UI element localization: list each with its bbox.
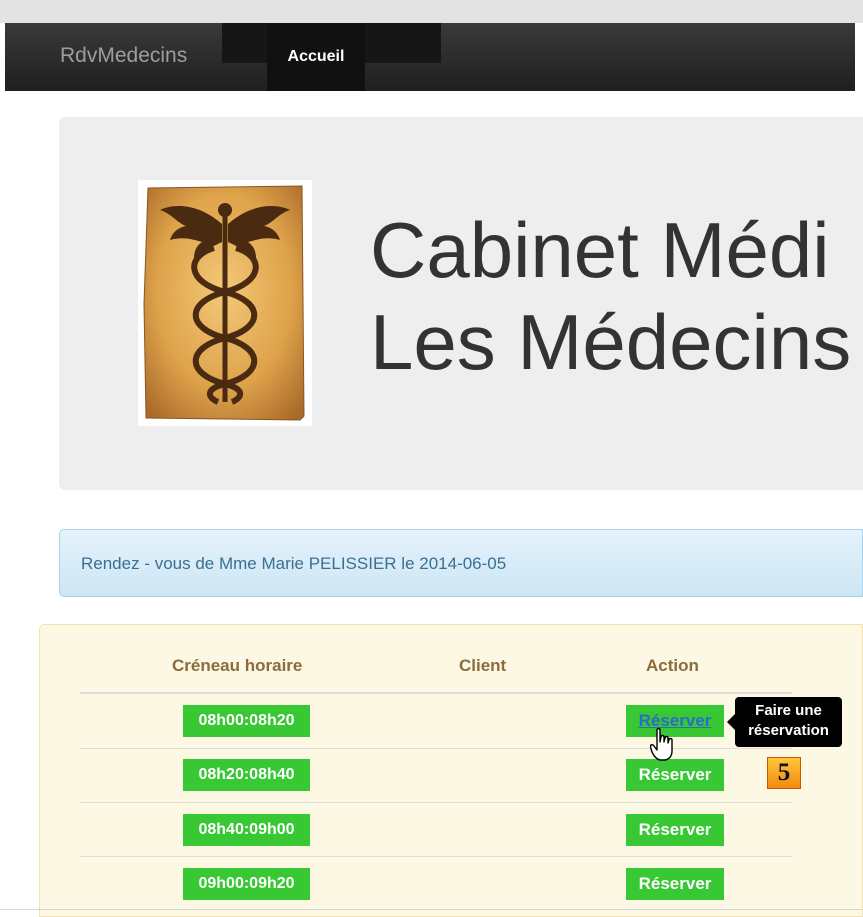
slot-badge: 09h00:09h20 [183, 868, 310, 900]
title-line-2: Les Médecins [370, 298, 852, 386]
row-divider [80, 802, 792, 803]
jumbotron: Cabinet Médi Les Médecins [59, 117, 863, 490]
slot-badge: 08h20:08h40 [183, 759, 310, 791]
tooltip-arrow [727, 714, 735, 730]
column-header-action: Action [646, 656, 699, 675]
step-number-badge: 5 [767, 757, 801, 789]
reserve-button[interactable]: Réserver [626, 868, 724, 900]
slot-badge: 08h40:09h00 [183, 814, 310, 846]
nav-tab-blank [403, 23, 441, 63]
hand-cursor-icon [650, 727, 673, 761]
row-divider [80, 856, 792, 857]
nav-item-accueil[interactable]: Accueil [267, 23, 365, 91]
slots-panel [39, 624, 863, 917]
table-header-divider [80, 692, 792, 694]
caduceus-icon [138, 180, 312, 426]
column-header-client: Client [459, 656, 507, 675]
navbar: RdvMedecins Accueil [5, 23, 855, 91]
page-title: Cabinet Médi Les Médecins [370, 204, 851, 388]
info-alert: Rendez - vous de Mme Marie PELISSIER le … [59, 529, 863, 597]
tooltip-line-1: Faire une [755, 702, 822, 719]
nav-tab-blank [365, 23, 403, 63]
reserve-button[interactable]: Réserver [626, 759, 724, 791]
nav-tab-blank [222, 23, 267, 63]
alert-text: Rendez - vous de Mme Marie PELISSIER le … [81, 554, 507, 573]
navbar-brand[interactable]: RdvMedecins [60, 44, 187, 68]
title-line-1: Cabinet Médi [370, 206, 830, 294]
column-header-slot: Créneau horaire [172, 656, 303, 675]
reserve-button[interactable]: Réserver [626, 814, 724, 846]
slot-badge: 08h00:08h20 [183, 705, 310, 737]
browser-top-strip [0, 0, 863, 23]
tooltip: Faire une réservation [735, 697, 842, 747]
bottom-edge [0, 909, 863, 910]
row-divider [80, 748, 792, 749]
tooltip-line-2: réservation [748, 722, 829, 739]
